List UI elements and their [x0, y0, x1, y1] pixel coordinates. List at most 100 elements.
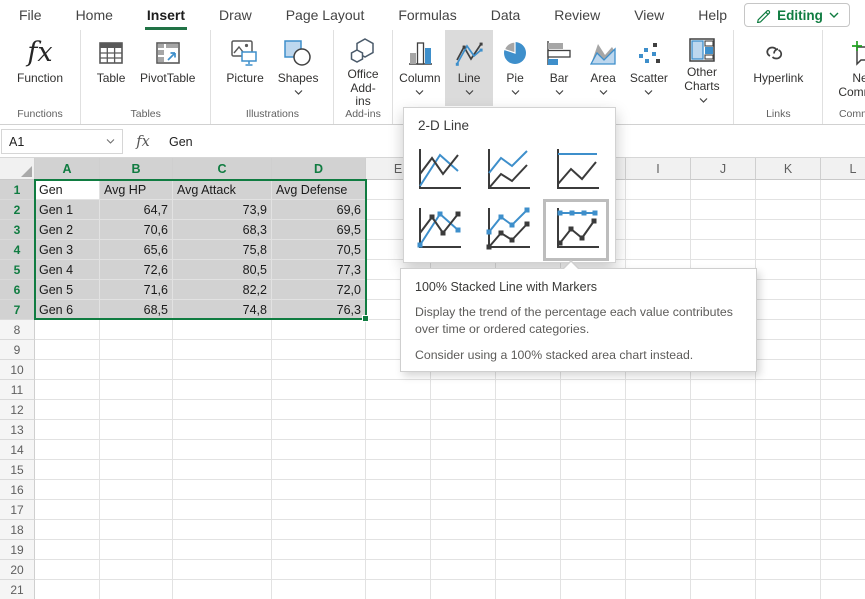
cell-C7[interactable]: 74,8: [173, 300, 272, 320]
cell-E14[interactable]: [366, 440, 431, 460]
cell-D11[interactable]: [272, 380, 366, 400]
cell-C14[interactable]: [173, 440, 272, 460]
cell-B15[interactable]: [100, 460, 173, 480]
tab-view[interactable]: View: [617, 0, 681, 30]
row-header-16[interactable]: 16: [0, 480, 35, 500]
picture-button[interactable]: Picture: [219, 30, 270, 106]
row-header-9[interactable]: 9: [0, 340, 35, 360]
cell-I20[interactable]: [626, 560, 691, 580]
cell-K8[interactable]: [756, 320, 821, 340]
cell-H16[interactable]: [561, 480, 626, 500]
select-all-corner[interactable]: [0, 158, 35, 180]
cell-B18[interactable]: [100, 520, 173, 540]
cell-A7[interactable]: Gen 6: [35, 300, 100, 320]
cell-I18[interactable]: [626, 520, 691, 540]
cell-D3[interactable]: 69,5: [272, 220, 366, 240]
stacked-line-with-markers-chart-thumbnail[interactable]: [480, 205, 534, 255]
column-header-L[interactable]: L: [821, 158, 865, 180]
row-header-19[interactable]: 19: [0, 540, 35, 560]
cell-A12[interactable]: [35, 400, 100, 420]
column-header-I[interactable]: I: [626, 158, 691, 180]
cell-F14[interactable]: [431, 440, 496, 460]
cell-L20[interactable]: [821, 560, 865, 580]
cell-C5[interactable]: 80,5: [173, 260, 272, 280]
cell-A16[interactable]: [35, 480, 100, 500]
cell-K13[interactable]: [756, 420, 821, 440]
tab-home[interactable]: Home: [59, 0, 130, 30]
cell-J18[interactable]: [691, 520, 756, 540]
cell-F17[interactable]: [431, 500, 496, 520]
row-header-2[interactable]: 2: [0, 200, 35, 220]
cell-A11[interactable]: [35, 380, 100, 400]
selection-fill-handle[interactable]: [362, 315, 369, 322]
row-header-3[interactable]: 3: [0, 220, 35, 240]
cell-L7[interactable]: [821, 300, 865, 320]
cell-C21[interactable]: [173, 580, 272, 599]
cell-B8[interactable]: [100, 320, 173, 340]
cell-L19[interactable]: [821, 540, 865, 560]
cell-I16[interactable]: [626, 480, 691, 500]
cell-G21[interactable]: [496, 580, 561, 599]
cell-H19[interactable]: [561, 540, 626, 560]
cell-K6[interactable]: [756, 280, 821, 300]
row-header-5[interactable]: 5: [0, 260, 35, 280]
row-header-10[interactable]: 10: [0, 360, 35, 380]
cell-G16[interactable]: [496, 480, 561, 500]
cell-D17[interactable]: [272, 500, 366, 520]
row-header-20[interactable]: 20: [0, 560, 35, 580]
cell-J11[interactable]: [691, 380, 756, 400]
cell-B6[interactable]: 71,6: [100, 280, 173, 300]
cell-K14[interactable]: [756, 440, 821, 460]
cell-C16[interactable]: [173, 480, 272, 500]
cell-H15[interactable]: [561, 460, 626, 480]
row-header-17[interactable]: 17: [0, 500, 35, 520]
cell-D10[interactable]: [272, 360, 366, 380]
cell-I13[interactable]: [626, 420, 691, 440]
cell-D13[interactable]: [272, 420, 366, 440]
cell-C19[interactable]: [173, 540, 272, 560]
table-button[interactable]: Table: [89, 30, 133, 106]
formula-input[interactable]: Gen: [163, 135, 193, 149]
cell-C18[interactable]: [173, 520, 272, 540]
row-header-1[interactable]: 1: [0, 180, 35, 200]
100-stacked-line-with-markers-chart-thumbnail[interactable]: [549, 205, 603, 255]
stacked-line-chart-thumbnail[interactable]: [480, 146, 534, 196]
cell-K12[interactable]: [756, 400, 821, 420]
cell-K7[interactable]: [756, 300, 821, 320]
cell-J4[interactable]: [691, 240, 756, 260]
cell-J3[interactable]: [691, 220, 756, 240]
cell-L6[interactable]: [821, 280, 865, 300]
column-header-C[interactable]: C: [173, 158, 272, 180]
cell-E11[interactable]: [366, 380, 431, 400]
cell-K4[interactable]: [756, 240, 821, 260]
cell-L8[interactable]: [821, 320, 865, 340]
cell-G13[interactable]: [496, 420, 561, 440]
tab-page-layout[interactable]: Page Layout: [269, 0, 382, 30]
cell-D7[interactable]: 76,3: [272, 300, 366, 320]
cell-F12[interactable]: [431, 400, 496, 420]
cell-L9[interactable]: [821, 340, 865, 360]
cell-L1[interactable]: [821, 180, 865, 200]
100-stacked-line-chart-thumbnail[interactable]: [549, 146, 603, 196]
cell-D19[interactable]: [272, 540, 366, 560]
cell-C3[interactable]: 68,3: [173, 220, 272, 240]
cell-G11[interactable]: [496, 380, 561, 400]
cell-L17[interactable]: [821, 500, 865, 520]
cell-G15[interactable]: [496, 460, 561, 480]
cell-F20[interactable]: [431, 560, 496, 580]
row-header-14[interactable]: 14: [0, 440, 35, 460]
cell-I4[interactable]: [626, 240, 691, 260]
cell-K9[interactable]: [756, 340, 821, 360]
cell-K17[interactable]: [756, 500, 821, 520]
fx-insert-function-button[interactable]: fx: [123, 134, 163, 150]
cell-B10[interactable]: [100, 360, 173, 380]
cell-A6[interactable]: Gen 5: [35, 280, 100, 300]
cell-G14[interactable]: [496, 440, 561, 460]
cell-J12[interactable]: [691, 400, 756, 420]
tab-review[interactable]: Review: [537, 0, 617, 30]
cell-I1[interactable]: [626, 180, 691, 200]
cell-B5[interactable]: 72,6: [100, 260, 173, 280]
tab-formulas[interactable]: Formulas: [381, 0, 473, 30]
cell-C4[interactable]: 75,8: [173, 240, 272, 260]
cell-D20[interactable]: [272, 560, 366, 580]
